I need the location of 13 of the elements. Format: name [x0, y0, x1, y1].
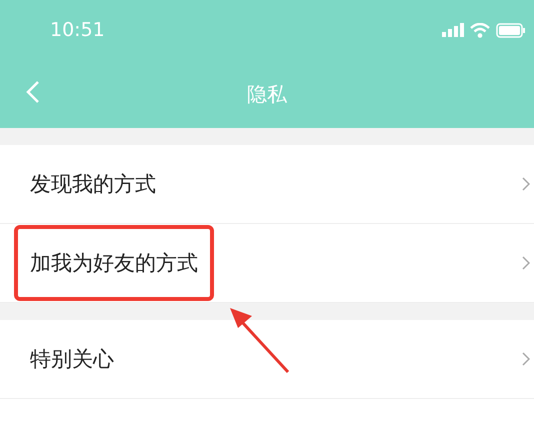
menu-item-label[interactable]: 发现我的方式: [14, 146, 172, 222]
nav-title: 隐私: [247, 80, 287, 108]
status-time: 10:51: [50, 19, 105, 41]
chevron-icon: [522, 256, 530, 270]
annotation-arrow: [228, 306, 292, 374]
chevron-icon: [522, 352, 530, 366]
wifi-icon: [470, 22, 490, 38]
back-icon[interactable]: [26, 80, 40, 104]
battery-icon: [496, 22, 526, 38]
menu-item-label[interactable]: 特别关心: [14, 321, 130, 397]
menu-item-label[interactable]: 加我为好友的方式: [14, 225, 214, 301]
chevron-icon: [522, 177, 530, 191]
signal-icon: [442, 23, 464, 37]
